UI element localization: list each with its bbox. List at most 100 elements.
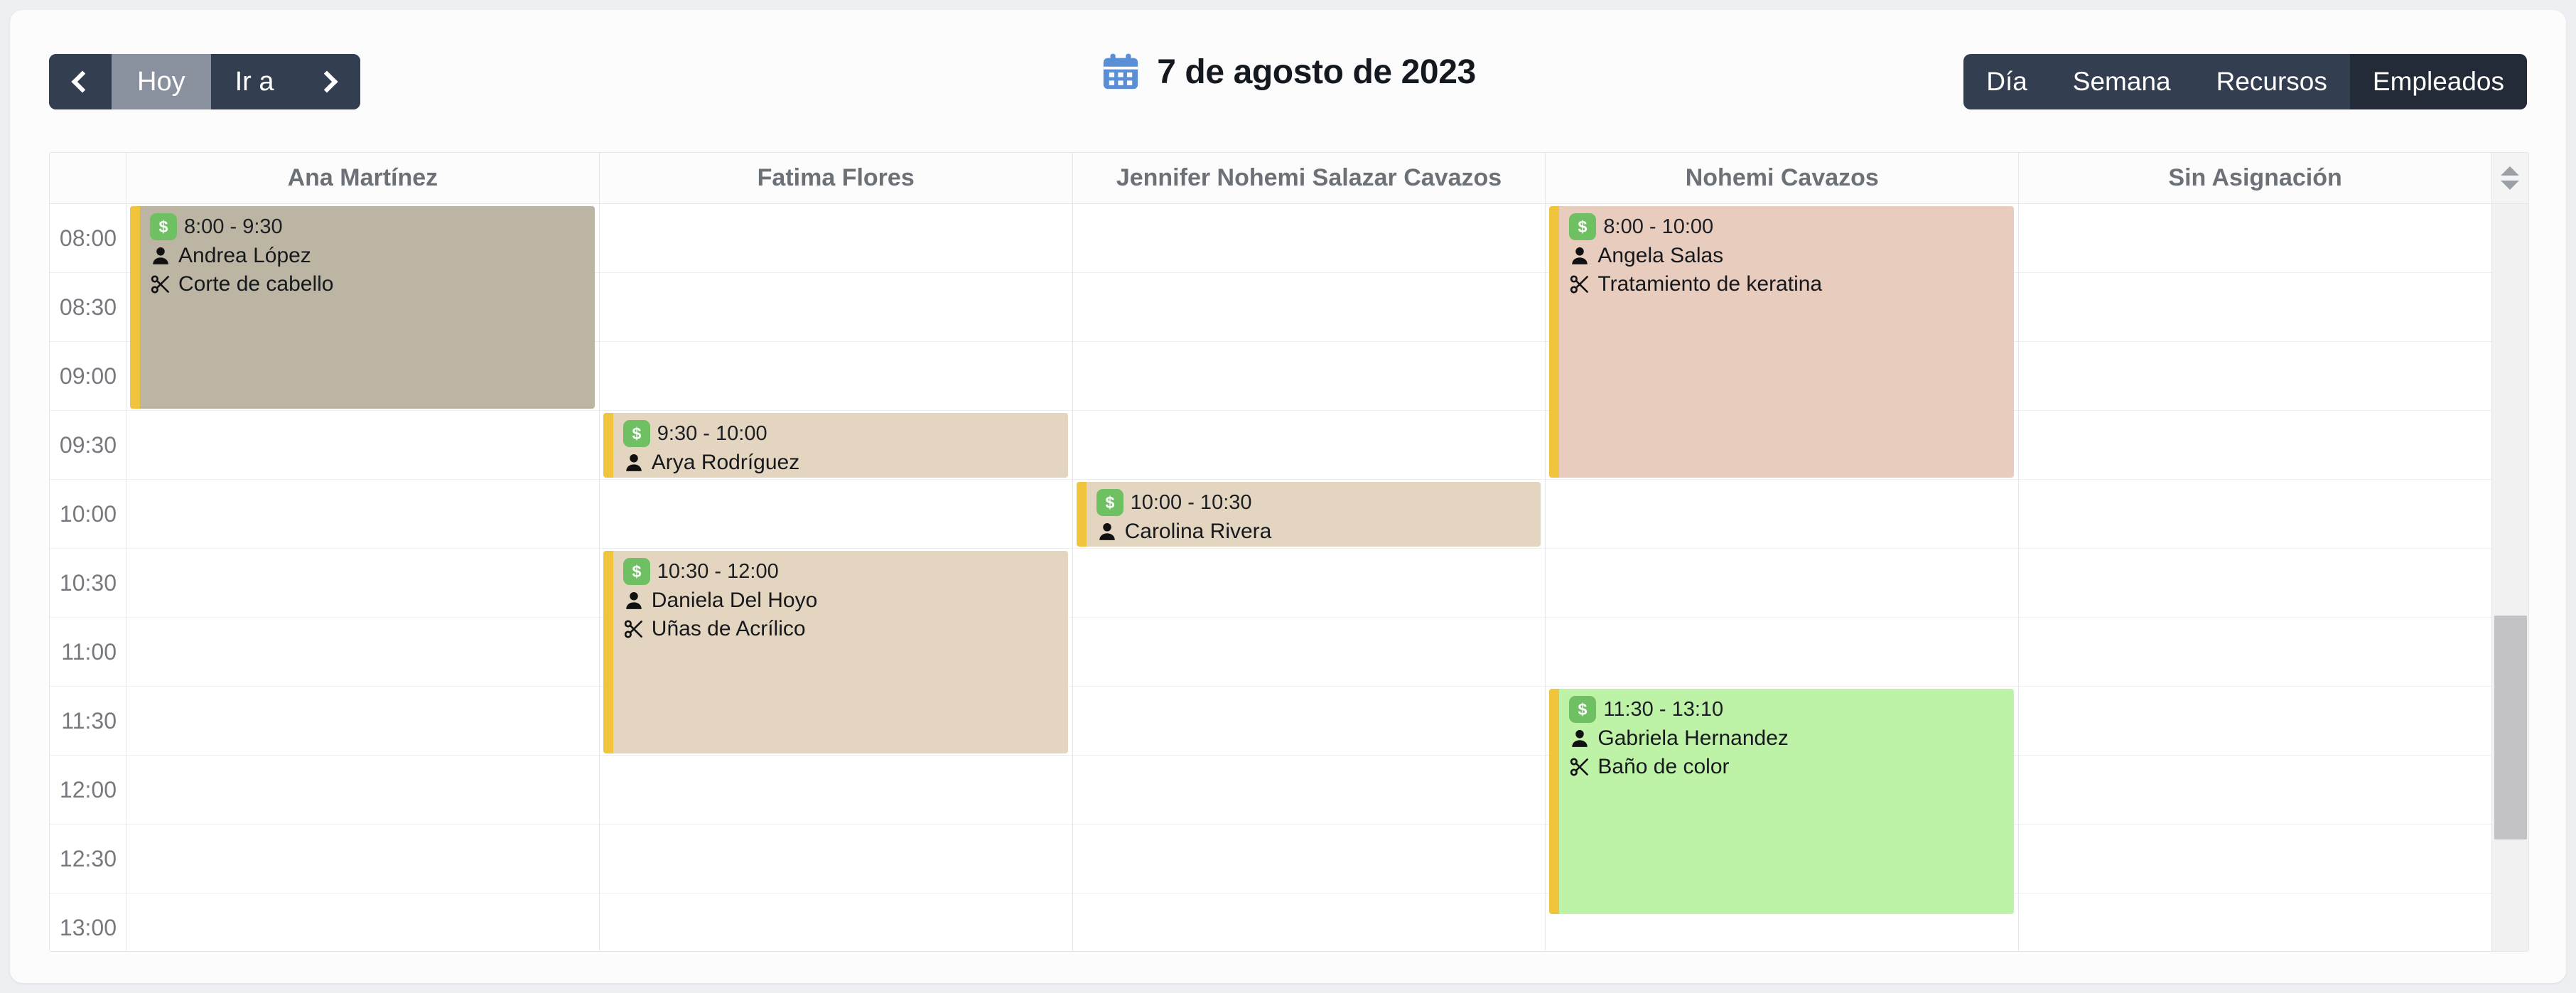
time-slot-cell[interactable] bbox=[1072, 825, 1546, 893]
time-slot-cell[interactable] bbox=[2019, 893, 2491, 951]
calendar: Ana Martínez Fatima Flores Jennifer Nohemi… bbox=[49, 152, 2529, 952]
appointment-client-line: Daniela Del Hoyo bbox=[623, 588, 1068, 613]
appointment-card[interactable]: $10:00 - 10:30 Carolina Rivera bbox=[1076, 482, 1541, 547]
column-header[interactable]: Sin Asignación bbox=[2019, 153, 2491, 203]
time-slot-cell[interactable] bbox=[1546, 618, 2019, 687]
appointment-card[interactable]: $10:30 - 12:00 Daniela Del Hoyo Uñas de Ac… bbox=[603, 551, 1068, 753]
column-header[interactable]: Fatima Flores bbox=[600, 153, 1073, 203]
appointment-service-name: Baño de color bbox=[1597, 755, 1730, 778]
appointment-client-line: Arya Rodríguez bbox=[623, 450, 1068, 476]
appointment-client-name: Angela Salas bbox=[1597, 244, 1724, 267]
appointment-time-line: $8:00 - 10:00 bbox=[1569, 213, 2014, 240]
time-label: 08:00 bbox=[50, 204, 126, 273]
appointment-service-line: Tratamiento de keratina bbox=[1569, 272, 2014, 297]
today-button[interactable]: Hoy bbox=[112, 54, 211, 109]
appointment-client-line: Angela Salas bbox=[1569, 243, 2014, 269]
time-slot-cell[interactable] bbox=[1546, 549, 2019, 618]
time-slot-cell[interactable] bbox=[599, 342, 1072, 411]
time-slot-cell[interactable] bbox=[126, 687, 599, 756]
time-slot-cell[interactable] bbox=[2019, 756, 2491, 825]
app-window: Hoy Ir a 7 de agosto de 2023 Día Semana Re bbox=[10, 10, 2566, 983]
vertical-scrollbar[interactable] bbox=[2491, 204, 2528, 951]
time-slot-cell[interactable] bbox=[1072, 687, 1546, 756]
time-slot-cell[interactable] bbox=[126, 618, 599, 687]
time-label: 11:00 bbox=[50, 618, 126, 687]
dollar-badge-icon: $ bbox=[150, 213, 177, 240]
triangle-down-icon[interactable] bbox=[2501, 181, 2520, 190]
time-slot-cell[interactable] bbox=[1072, 273, 1546, 342]
time-slot-cell[interactable] bbox=[600, 893, 1072, 951]
time-slot-cell[interactable] bbox=[2019, 204, 2491, 273]
goto-date-button[interactable]: Ir a bbox=[210, 54, 298, 109]
appointment-accent-bar bbox=[1076, 482, 1087, 547]
appointment-client-name: Arya Rodríguez bbox=[651, 451, 800, 474]
time-slot-cell[interactable] bbox=[126, 480, 599, 549]
triangle-up-icon[interactable] bbox=[2501, 166, 2520, 176]
appointment-accent-bar bbox=[1549, 689, 1560, 914]
appointment-details: $10:00 - 10:30 Carolina Rivera bbox=[1087, 482, 1541, 547]
page-title: 7 de agosto de 2023 bbox=[1157, 53, 1476, 91]
dollar-badge-icon: $ bbox=[623, 558, 650, 585]
date-navigation-group: Hoy Ir a bbox=[49, 54, 361, 109]
time-slot-cell[interactable] bbox=[1072, 411, 1546, 480]
time-slot-cell[interactable] bbox=[126, 756, 599, 825]
tab-semana[interactable]: Semana bbox=[2050, 54, 2194, 109]
day-column: $9:30 - 10:00 Arya Rodríguez $10:30 - 12:0… bbox=[599, 204, 1073, 951]
time-slot-cell[interactable] bbox=[2019, 825, 2491, 893]
time-slot-cell[interactable] bbox=[1072, 618, 1546, 687]
appointment-card[interactable]: $8:00 - 9:30 Andrea López Corte de cabello bbox=[130, 206, 595, 409]
time-slot-cell[interactable] bbox=[2019, 549, 2491, 618]
day-column bbox=[2019, 204, 2491, 951]
time-slot-cell[interactable] bbox=[1072, 342, 1546, 411]
appointment-time-line: $9:30 - 10:00 bbox=[623, 420, 1068, 447]
time-slot-cell[interactable] bbox=[2019, 411, 2491, 480]
toolbar: Hoy Ir a 7 de agosto de 2023 Día Semana Re bbox=[10, 10, 2566, 152]
time-slot-cell[interactable] bbox=[599, 825, 1072, 893]
time-slot-cell[interactable] bbox=[126, 893, 599, 951]
appointment-card[interactable]: $11:30 - 13:10 Gabriela Hernandez Baño de … bbox=[1549, 689, 2015, 914]
appointment-details: $8:00 - 9:30 Andrea López Corte de cabello bbox=[140, 206, 595, 409]
appointment-time: 9:30 - 10:00 bbox=[657, 422, 767, 445]
appointment-time-line: $10:00 - 10:30 bbox=[1096, 489, 1541, 516]
time-slot-cell[interactable] bbox=[2019, 480, 2491, 549]
tab-recursos[interactable]: Recursos bbox=[2194, 54, 2350, 109]
dollar-badge-icon: $ bbox=[1569, 213, 1597, 240]
time-slot-cell[interactable] bbox=[1072, 756, 1546, 825]
appointment-accent-bar bbox=[130, 206, 140, 409]
appointment-card[interactable]: $9:30 - 10:00 Arya Rodríguez bbox=[603, 413, 1068, 478]
appointment-accent-bar bbox=[1549, 206, 1560, 478]
time-label: 10:00 bbox=[50, 480, 126, 549]
time-slot-cell[interactable] bbox=[2019, 273, 2491, 342]
time-slot-cell[interactable] bbox=[2019, 687, 2491, 756]
time-slot-cell[interactable] bbox=[2019, 342, 2491, 411]
column-header[interactable]: Jennifer Nohemi Salazar Cavazos bbox=[1073, 153, 1546, 203]
next-day-button[interactable] bbox=[298, 54, 361, 109]
time-slot-cell[interactable] bbox=[1072, 549, 1546, 618]
time-slot-cell[interactable] bbox=[126, 825, 599, 893]
svg-text:$: $ bbox=[1578, 218, 1588, 236]
time-slot-cell[interactable] bbox=[599, 204, 1072, 273]
time-slot-cell[interactable] bbox=[126, 411, 599, 480]
tab-empleados[interactable]: Empleados bbox=[2349, 54, 2527, 109]
tab-dia[interactable]: Día bbox=[1963, 54, 2050, 109]
appointment-client-line: Carolina Rivera bbox=[1096, 519, 1541, 544]
time-slot-cell[interactable] bbox=[599, 273, 1072, 342]
appointment-card[interactable]: $8:00 - 10:00 Angela Salas Tratamiento de … bbox=[1549, 206, 2015, 478]
column-header[interactable]: Ana Martínez bbox=[126, 153, 600, 203]
time-slot-cell[interactable] bbox=[2019, 618, 2491, 687]
calendar-body: 08:00 08:30 09:00 09:30 10:00 10:30 11:00 11:30… bbox=[50, 204, 2528, 951]
time-slot-cell[interactable] bbox=[1072, 204, 1546, 273]
calendar-grid: $8:00 - 9:30 Andrea López Corte de cabello… bbox=[126, 204, 2491, 951]
scrollbar-thumb[interactable] bbox=[2494, 615, 2527, 840]
time-slot-cell[interactable] bbox=[1073, 893, 1546, 951]
time-slot-cell[interactable] bbox=[599, 480, 1072, 549]
time-slot-cell[interactable] bbox=[126, 549, 599, 618]
calendar-header-row: Ana Martínez Fatima Flores Jennifer Nohemi… bbox=[50, 153, 2528, 204]
time-gutter: 08:00 08:30 09:00 09:30 10:00 10:30 11:00 11:30… bbox=[50, 204, 126, 951]
previous-day-button[interactable] bbox=[49, 54, 112, 109]
day-column: $8:00 - 10:00 Angela Salas Tratamiento de … bbox=[1546, 204, 2020, 951]
appointment-time: 8:00 - 10:00 bbox=[1603, 215, 1714, 238]
time-slot-cell[interactable] bbox=[1546, 480, 2019, 549]
time-slot-cell[interactable] bbox=[599, 756, 1072, 825]
column-header[interactable]: Nohemi Cavazos bbox=[1546, 153, 2020, 203]
